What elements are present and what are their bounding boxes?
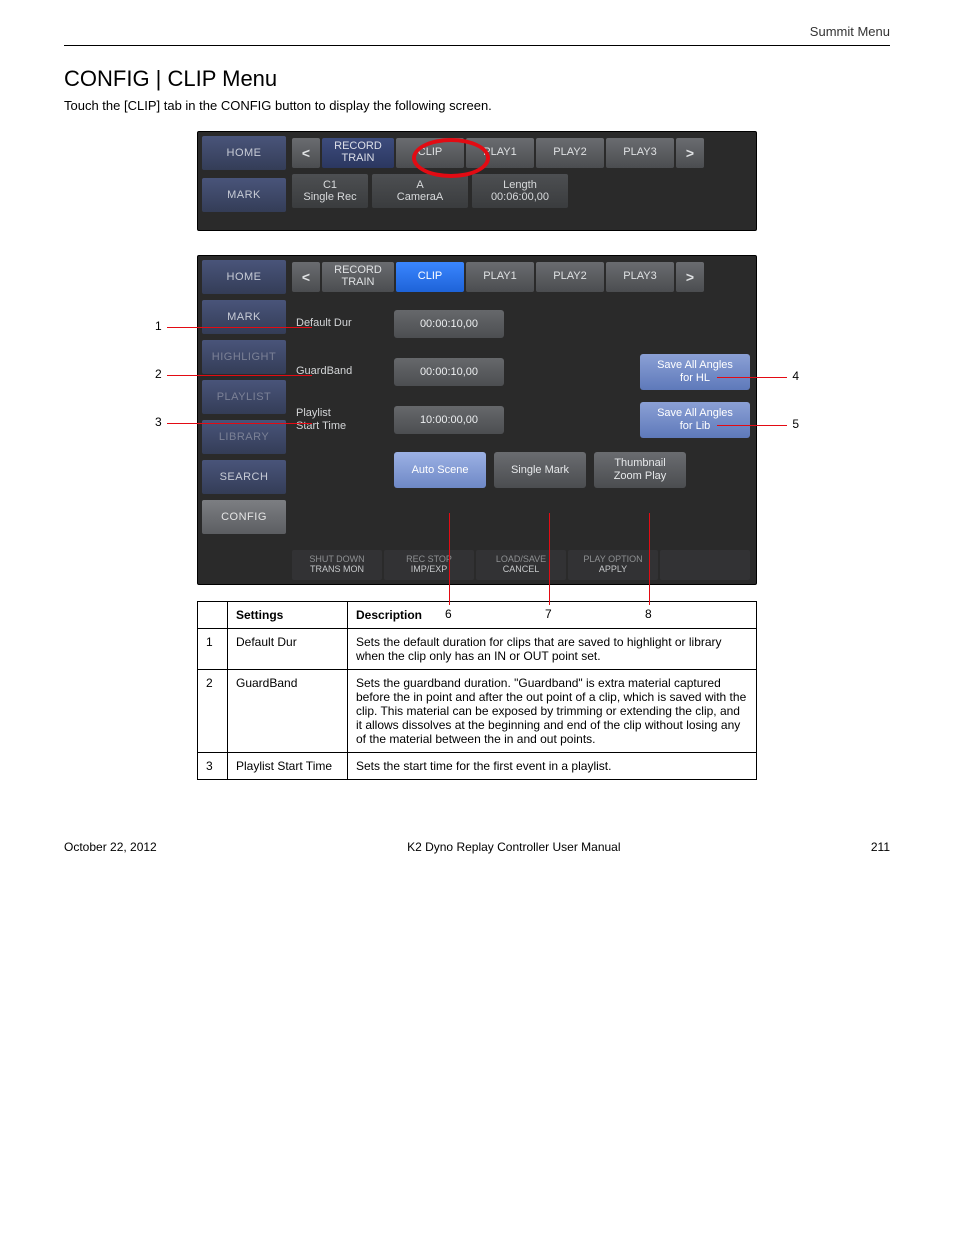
settings-body: Default Dur 00:00:10,00 GuardBand 00:00:…	[292, 300, 750, 554]
section-subtitle: Touch the [CLIP] tab in the CONFIG butto…	[64, 98, 890, 113]
table-row: 3 Playlist Start Time Sets the start tim…	[198, 753, 757, 780]
settings-table: Settings Description 1 Default Dur Sets …	[197, 601, 757, 780]
tabs-prev[interactable]: <	[292, 138, 320, 168]
bottom-4[interactable]: PLAY OPTIONAPPLY	[568, 550, 658, 580]
figure-2: HOME MARK HIGHLIGHT PLAYLIST LIBRARY SEA…	[167, 255, 787, 585]
sidebar-1: HOME MARK	[202, 136, 286, 212]
sidebar-home[interactable]: HOME	[202, 136, 286, 170]
sidebar-playlist[interactable]: PLAYLIST	[202, 380, 286, 414]
sidebar-config[interactable]: CONFIG	[202, 500, 286, 534]
tab-play2[interactable]: PLAY2	[536, 138, 604, 168]
value-playlist-start[interactable]: 10:00:00,00	[394, 406, 504, 434]
section-title: CONFIG | CLIP Menu	[64, 66, 890, 92]
info-length: Length 00:06:00,00	[472, 174, 568, 208]
row-default-dur: Default Dur 00:00:10,00	[292, 300, 750, 348]
callout-5: 5	[792, 417, 799, 431]
footer-center: K2 Dyno Replay Controller User Manual	[407, 840, 620, 854]
callout-4: 4	[792, 369, 799, 383]
btn-save-angles-hl[interactable]: Save All Angles for HL	[640, 354, 750, 390]
info-c1: C1 Single Rec	[292, 174, 368, 208]
label-default-dur: Default Dur	[292, 317, 384, 330]
table-row: 1 Default Dur Sets the default duration …	[198, 629, 757, 670]
footer-left: October 22, 2012	[64, 840, 157, 854]
tab-play2[interactable]: PLAY2	[536, 262, 604, 292]
tab-clip[interactable]: CLIP	[396, 138, 464, 168]
btn-single-mark[interactable]: Single Mark	[494, 452, 586, 488]
tabs-1: < RECORD TRAIN CLIP PLAY1 PLAY2 PLAY3 >	[292, 136, 750, 170]
tab-play3[interactable]: PLAY3	[606, 138, 674, 168]
btn-thumb-zoom[interactable]: Thumbnail Zoom Play	[594, 452, 686, 488]
bottom-1[interactable]: SHUT DOWNTRANS MON	[292, 550, 382, 580]
touch-panel-1: HOME MARK < RECORD TRAIN CLIP PLAY1 PLAY…	[197, 131, 757, 231]
table-row: 2 GuardBand Sets the guardband duration.…	[198, 670, 757, 753]
callout-3: 3	[155, 415, 162, 429]
callout-2: 2	[155, 367, 162, 381]
tab-play3[interactable]: PLAY3	[606, 262, 674, 292]
tab-play1[interactable]: PLAY1	[466, 138, 534, 168]
btn-auto-scene[interactable]: Auto Scene	[394, 452, 486, 488]
tab-record-train[interactable]: RECORD TRAIN	[322, 262, 394, 292]
bottom-5	[660, 550, 750, 580]
tab-record-train[interactable]: RECORD TRAIN	[322, 138, 394, 168]
tab-play1[interactable]: PLAY1	[466, 262, 534, 292]
value-guardband[interactable]: 00:00:10,00	[394, 358, 504, 386]
page: Summit Menu CONFIG | CLIP Menu Touch the…	[0, 0, 954, 1235]
bottom-3[interactable]: LOAD/SAVECANCEL	[476, 550, 566, 580]
touch-panel-2: HOME MARK HIGHLIGHT PLAYLIST LIBRARY SEA…	[197, 255, 757, 585]
header-left	[64, 24, 68, 39]
bottom-2[interactable]: REC STOPIMP/EXP	[384, 550, 474, 580]
tabs-next[interactable]: >	[676, 138, 704, 168]
sidebar-library[interactable]: LIBRARY	[202, 420, 286, 454]
table-header: Settings Description	[198, 602, 757, 629]
row-playlist-start: Playlist Start Time 10:00:00,00 Save All…	[292, 396, 750, 444]
mainarea-1: < RECORD TRAIN CLIP PLAY1 PLAY2 PLAY3 > …	[292, 136, 750, 226]
value-default-dur[interactable]: 00:00:10,00	[394, 310, 504, 338]
sidebar-mark[interactable]: MARK	[202, 300, 286, 334]
sidebar-2: HOME MARK HIGHLIGHT PLAYLIST LIBRARY SEA…	[202, 260, 286, 534]
page-header: Summit Menu	[64, 24, 890, 46]
info-camera: A CameraA	[372, 174, 468, 208]
callout-1: 1	[155, 319, 162, 333]
row-toggles: Auto Scene Single Mark Thumbnail Zoom Pl…	[292, 444, 750, 496]
sidebar-mark[interactable]: MARK	[202, 178, 286, 212]
tabs-2: < RECORD TRAIN CLIP PLAY1 PLAY2 PLAY3 >	[292, 260, 750, 294]
sidebar-search[interactable]: SEARCH	[202, 460, 286, 494]
label-playlist-start: Playlist Start Time	[292, 407, 384, 433]
tabs-prev[interactable]: <	[292, 262, 320, 292]
row-guardband: GuardBand 00:00:10,00 Save All Angles fo…	[292, 348, 750, 396]
page-footer: October 22, 2012 K2 Dyno Replay Controll…	[64, 840, 890, 854]
label-guardband: GuardBand	[292, 365, 384, 378]
footer-right: 211	[871, 840, 890, 854]
sidebar-highlight[interactable]: HIGHLIGHT	[202, 340, 286, 374]
tabs-next[interactable]: >	[676, 262, 704, 292]
tab-clip-active[interactable]: CLIP	[396, 262, 464, 292]
btn-save-angles-lib[interactable]: Save All Angles for Lib	[640, 402, 750, 438]
bottom-bar: SHUT DOWNTRANS MON REC STOPIMP/EXP LOAD/…	[292, 550, 750, 580]
figure-1: HOME MARK < RECORD TRAIN CLIP PLAY1 PLAY…	[197, 131, 757, 231]
header-right: Summit Menu	[810, 24, 890, 39]
info-row: C1 Single Rec A CameraA Length 00:06:00,…	[292, 174, 750, 208]
sidebar-home[interactable]: HOME	[202, 260, 286, 294]
